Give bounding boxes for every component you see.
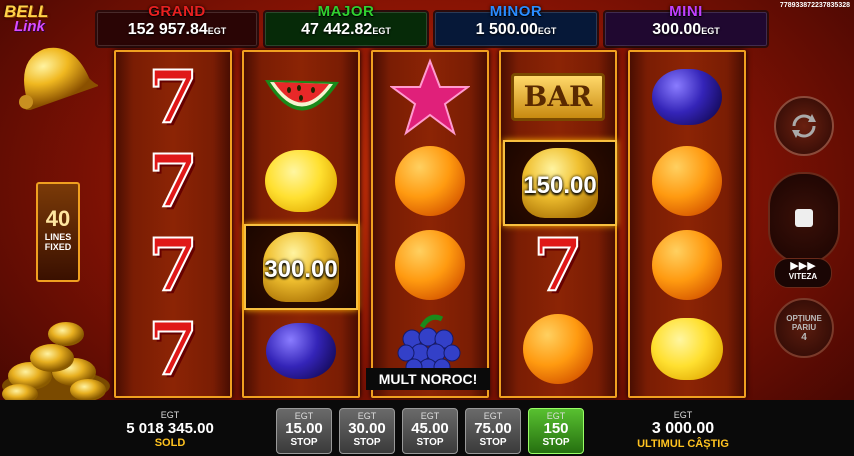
reel-3	[371, 50, 489, 398]
symbol-watermelon-icon	[244, 54, 358, 140]
jackpot-mini-value: 300.00EGT	[652, 21, 720, 38]
jackpot-mini-label: MINI	[669, 3, 703, 20]
symbol-bar-icon: BAR	[501, 54, 615, 140]
jackpot-mini: MINI 300.00EGT	[603, 3, 769, 48]
symbol-star-icon	[373, 54, 487, 140]
balance-caption: SOLD	[154, 437, 186, 449]
spin-button[interactable]	[768, 172, 840, 264]
bell-decoration-icon	[19, 47, 98, 110]
spin-indicator	[795, 209, 813, 227]
jackpot-minor: MINOR 1 500.00EGT	[433, 3, 599, 48]
win-cell-bell: 150.00	[503, 140, 617, 226]
reel-2: 300.00	[242, 50, 360, 398]
fixed-label: FIXED	[44, 242, 72, 252]
symbol-plum-icon	[244, 308, 358, 394]
win-amount: 150.00	[523, 172, 597, 199]
symbol-lemon-icon	[630, 306, 744, 392]
bet-caption: STOP	[479, 437, 507, 448]
bet-value: 75.00	[474, 420, 512, 437]
bet-options-value: 4	[801, 331, 807, 343]
jackpot-minor-value: 1 500.00EGT	[475, 21, 557, 38]
bet-caption: STOP	[290, 437, 318, 448]
symbol-orange-icon	[501, 306, 615, 392]
fast-forward-icon: ▶▶▶	[790, 260, 816, 272]
refresh-icon	[792, 114, 816, 138]
win-amount: 300.00	[264, 256, 338, 283]
symbol-orange-icon	[373, 138, 487, 224]
balance-display: EGT 5 018 345.00 SOLD	[110, 410, 230, 449]
symbol-orange-icon	[630, 138, 744, 224]
lines-fixed-badge: 40 LINES FIXED	[36, 182, 80, 282]
last-win-caption: ULTIMUL CÂȘTIG	[637, 438, 729, 450]
bet-value: 15.00	[285, 420, 323, 437]
jackpot-major: MAJOR 47 442.82EGT	[263, 3, 429, 48]
symbol-seven: 7	[147, 306, 199, 391]
jackpot-grand-label: GRAND	[148, 3, 206, 20]
symbol-orange-icon	[373, 222, 487, 308]
speed-button[interactable]: ▶▶▶ VITEZA	[774, 258, 832, 288]
bet-value: 30.00	[348, 420, 386, 437]
bar-text: BAR	[511, 73, 605, 121]
bet-button-150[interactable]: EGT 150 STOP	[528, 408, 584, 454]
symbol-seven: 7	[147, 222, 199, 307]
coin-pile-icon	[2, 322, 110, 404]
bet-options-label: OPȚIUNE	[786, 313, 822, 323]
bet-value: 45.00	[411, 420, 449, 437]
symbol-plum-icon	[630, 54, 744, 140]
bet-options-label2: PARIU	[791, 322, 817, 332]
last-win-currency: EGT	[673, 410, 693, 420]
autoplay-button[interactable]	[774, 96, 834, 156]
win-cell-bell: 300.00	[244, 224, 358, 310]
reel-1: 7 7 7 7	[114, 50, 232, 398]
bet-button-45[interactable]: EGT 45.00 STOP	[402, 408, 458, 454]
symbol-seven: 7	[147, 54, 199, 139]
jackpot-grand-value: 152 957.84EGT	[127, 21, 227, 38]
symbol-orange-icon	[630, 222, 744, 308]
last-win-value: 3 000.00	[651, 420, 715, 437]
symbol-lemon-icon	[244, 138, 358, 224]
bet-options-button[interactable]: OPȚIUNE PARIU 4	[774, 298, 834, 358]
reel-5	[628, 50, 746, 398]
bet-caption: STOP	[353, 437, 381, 448]
lines-count: 40	[45, 206, 71, 231]
symbol-seven: 7	[532, 222, 584, 307]
logo-link-text: Link	[14, 18, 45, 35]
jackpot-major-value: 47 442.82EGT	[301, 21, 391, 38]
symbol-seven: 7	[147, 138, 199, 223]
lines-label: LINES	[44, 232, 72, 242]
reel-4: BAR 150.00 7	[499, 50, 617, 398]
jackpot-minor-label: MINOR	[489, 3, 543, 20]
speed-label: VITEZA	[788, 272, 818, 281]
good-luck-message: MULT NOROC!	[366, 368, 490, 390]
bet-caption: STOP	[416, 437, 444, 448]
bet-button-30[interactable]: EGT 30.00 STOP	[339, 408, 395, 454]
balance-currency: EGT	[160, 410, 180, 420]
jackpot-major-label: MAJOR	[317, 3, 375, 20]
jackpot-grand: GRAND 152 957.84EGT	[95, 3, 259, 48]
last-win-display: EGT 3 000.00 ULTIMUL CÂȘTIG	[618, 410, 748, 450]
bet-caption: STOP	[542, 437, 570, 448]
bet-button-15[interactable]: EGT 15.00 STOP	[276, 408, 332, 454]
bet-button-75[interactable]: EGT 75.00 STOP	[465, 408, 521, 454]
bet-value: 150	[543, 420, 569, 437]
balance-value: 5 018 345.00	[126, 420, 214, 437]
session-id: 778933872237835328	[779, 2, 850, 9]
